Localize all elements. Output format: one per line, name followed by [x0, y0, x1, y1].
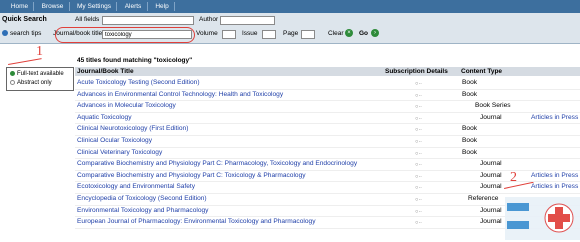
content-type: Book — [462, 125, 478, 133]
clear-icon[interactable]: × — [345, 29, 353, 37]
author-label: Author — [199, 16, 219, 23]
go-button[interactable]: Go — [359, 30, 368, 37]
journal-title-link[interactable]: Advances in Environmental Control Techno… — [77, 91, 283, 98]
nav-tab-my-settings[interactable]: My Settings — [72, 2, 117, 11]
content-type: Journal — [480, 218, 502, 226]
header-content-type: Content Type — [461, 68, 503, 75]
go-arrow-icon[interactable]: › — [371, 29, 379, 37]
header-subscription: Subscription Details — [385, 68, 448, 75]
quick-search-title: Quick Search — [2, 16, 47, 23]
articles-in-press-link[interactable]: Articles in Press — [531, 183, 578, 190]
nav-tab-home[interactable]: Home — [6, 2, 34, 11]
abstract-only-icon: ○·· — [415, 173, 422, 180]
content-type: Journal — [480, 183, 502, 191]
watermark-overlay — [505, 197, 580, 240]
articles-in-press-link[interactable]: Articles in Press — [531, 114, 578, 121]
abstract-only-icon: ○·· — [415, 185, 422, 192]
abstract-only-icon: ○·· — [415, 162, 422, 169]
volume-label: Volume — [196, 30, 218, 37]
issue-label: Issue — [242, 30, 258, 37]
content-type: Journal — [480, 171, 502, 179]
abstract-only-icon: ○·· — [415, 208, 422, 215]
content-type: Book Series — [475, 102, 511, 110]
abstract-only-icon: ○·· — [415, 115, 422, 122]
content-type: Journal — [480, 206, 502, 214]
abstract-only-icon: ○·· — [415, 104, 422, 111]
abstract-only-icon: ○·· — [415, 81, 422, 87]
author-input[interactable] — [220, 16, 275, 25]
journal-title-link[interactable]: Encyclopedia of Toxicology (Second Editi… — [77, 195, 207, 202]
search-tips-link[interactable]: search tips — [10, 30, 41, 37]
content-type: Journal — [480, 160, 502, 168]
content-type: Book — [462, 79, 478, 86]
abstract-only-icon: ○·· — [415, 220, 422, 227]
help-icon[interactable] — [2, 30, 8, 36]
legend-box: Full-text available Abstract only — [6, 67, 74, 91]
journal-title-link[interactable]: Aquatic Toxicology — [77, 114, 132, 121]
abstract-only-icon: ○·· — [415, 150, 422, 157]
journal-title-link[interactable]: Ecotoxicology and Environmental Safety — [77, 183, 195, 190]
nav-tab-help[interactable]: Help — [150, 2, 175, 11]
issue-input[interactable] — [262, 30, 276, 39]
nav-tab-alerts[interactable]: Alerts — [119, 2, 148, 11]
journal-title-link[interactable]: Comparative Biochemistry and Physiology … — [77, 172, 306, 179]
abstract-only-icon: ○·· — [415, 139, 422, 145]
abstract-only-icon: ○·· — [415, 92, 422, 99]
journal-title-link[interactable]: Clinical Veterinary Toxicology — [77, 149, 162, 156]
all-fields-label: All fields — [75, 16, 100, 23]
content-type: Book — [462, 148, 478, 156]
annotation-line-1 — [8, 58, 42, 65]
abstract-icon — [10, 80, 15, 85]
content-type: Journal — [480, 113, 502, 121]
journal-title-link[interactable]: Advances in Molecular Toxicology — [77, 102, 176, 109]
full-text-icon — [10, 71, 15, 76]
abstract-only-icon: ○·· — [415, 197, 422, 203]
results-table-header: Journal/Book Title Subscription Details … — [75, 67, 580, 76]
journal-title-link[interactable]: Acute Toxicology Testing (Second Edition… — [77, 79, 200, 86]
top-nav-bar: Home Browse My Settings Alerts Help — [0, 0, 580, 13]
volume-input[interactable] — [222, 30, 236, 39]
abstract-only-icon: ○·· — [415, 127, 422, 134]
all-fields-input[interactable] — [102, 16, 194, 25]
journal-title-link[interactable]: Environmental Toxicology and Pharmacolog… — [77, 207, 208, 214]
page-input[interactable] — [301, 30, 315, 39]
highlight-oval — [55, 27, 195, 43]
nav-tab-browse[interactable]: Browse — [36, 2, 70, 11]
header-title: Journal/Book Title — [77, 68, 134, 75]
content-type: Book — [462, 90, 478, 98]
content-type: Reference — [468, 195, 499, 202]
journal-title-link[interactable]: Clinical Neurotoxicology (First Edition) — [77, 125, 188, 132]
page-label: Page — [283, 30, 299, 37]
articles-in-press-link[interactable]: Articles in Press — [531, 172, 578, 179]
results-count: 45 titles found matching "toxicology" — [77, 57, 193, 64]
journal-title-link[interactable]: Clinical Ocular Toxicology — [77, 137, 152, 144]
journal-title-link[interactable]: European Journal of Pharmacology: Enviro… — [77, 218, 316, 225]
content-type: Book — [462, 137, 478, 144]
watermark-logo-icon — [507, 203, 574, 233]
clear-button[interactable]: Clear — [328, 30, 344, 37]
journal-title-link[interactable]: Comparative Biochemistry and Physiology … — [77, 160, 357, 167]
